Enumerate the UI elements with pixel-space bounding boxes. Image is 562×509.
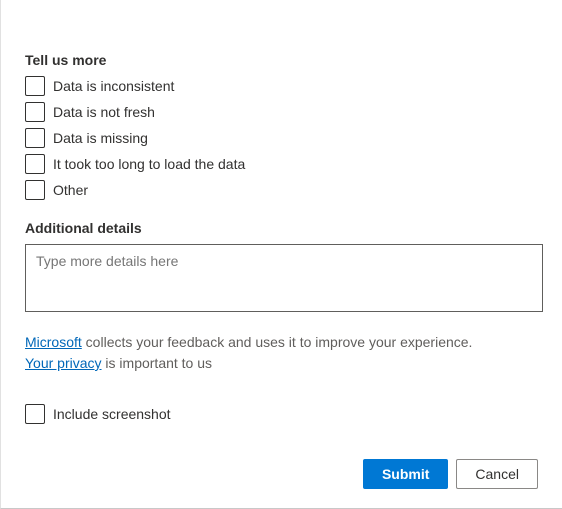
checkbox-data-inconsistent[interactable]	[25, 76, 45, 96]
option-too-long: It took too long to load the data	[25, 154, 538, 174]
option-data-missing: Data is missing	[25, 128, 538, 148]
feedback-panel: Tell us more Data is inconsistent Data i…	[0, 0, 562, 509]
additional-details-heading: Additional details	[25, 220, 538, 236]
option-label: Data is missing	[53, 130, 148, 146]
option-label: It took too long to load the data	[53, 156, 245, 172]
include-screenshot-label: Include screenshot	[53, 406, 171, 422]
submit-button[interactable]: Submit	[363, 459, 448, 489]
tell-us-more-options: Data is inconsistent Data is not fresh D…	[25, 76, 538, 200]
microsoft-link[interactable]: Microsoft	[25, 334, 82, 350]
checkbox-too-long[interactable]	[25, 154, 45, 174]
checkbox-other[interactable]	[25, 180, 45, 200]
disclosure-text: Microsoft collects your feedback and use…	[25, 332, 538, 374]
option-label: Data is inconsistent	[53, 78, 174, 94]
checkbox-include-screenshot[interactable]	[25, 404, 45, 424]
option-other: Other	[25, 180, 538, 200]
button-row: Submit Cancel	[363, 459, 538, 489]
option-label: Data is not fresh	[53, 104, 155, 120]
tell-us-more-heading: Tell us more	[25, 52, 538, 68]
checkbox-data-missing[interactable]	[25, 128, 45, 148]
additional-details-textarea[interactable]	[25, 244, 543, 312]
option-data-inconsistent: Data is inconsistent	[25, 76, 538, 96]
disclosure-segment-2: is important to us	[102, 355, 213, 371]
disclosure-segment-1: collects your feedback and uses it to im…	[82, 334, 473, 350]
checkbox-data-not-fresh[interactable]	[25, 102, 45, 122]
option-label: Other	[53, 182, 88, 198]
cancel-button[interactable]: Cancel	[456, 459, 538, 489]
include-screenshot-row: Include screenshot	[25, 404, 538, 424]
option-data-not-fresh: Data is not fresh	[25, 102, 538, 122]
privacy-link[interactable]: Your privacy	[25, 355, 102, 371]
